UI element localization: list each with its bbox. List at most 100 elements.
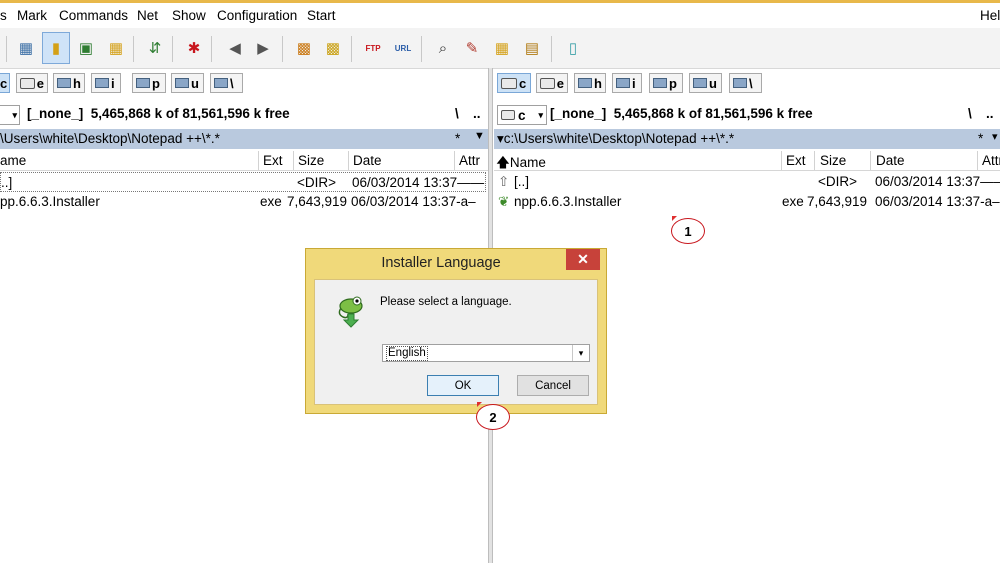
right-up-button[interactable]: .. bbox=[986, 106, 994, 121]
right-col-date[interactable]: Date bbox=[876, 153, 905, 168]
right-col-attr[interactable]: Attr bbox=[982, 153, 1000, 168]
multi-rename-icon[interactable]: ✎ bbox=[460, 36, 484, 60]
right-drive-bar: c e h i p u \ bbox=[494, 70, 1000, 98]
language-select[interactable]: English ▾ bbox=[382, 344, 590, 362]
drive-label: h bbox=[73, 75, 81, 91]
toolbar-separator bbox=[551, 36, 552, 62]
left-drive-c[interactable]: c bbox=[0, 73, 10, 93]
right-drive-network[interactable]: \ bbox=[729, 73, 762, 93]
left-drive-h[interactable]: h bbox=[53, 73, 85, 93]
right-path-bar[interactable]: ▾c:\Users\white\Desktop\Notepad ++\*.* *… bbox=[494, 129, 1000, 149]
drive-combo-value: c bbox=[518, 107, 526, 123]
left-drive-u[interactable]: u bbox=[171, 73, 204, 93]
left-col-ext[interactable]: Ext bbox=[263, 153, 283, 168]
left-filter[interactable]: * bbox=[455, 131, 460, 146]
menu-mark[interactable]: Mark bbox=[17, 8, 47, 23]
left-drive-p[interactable]: p bbox=[132, 73, 166, 93]
file-name: ..] bbox=[1, 175, 13, 190]
url-connect-icon[interactable]: URL bbox=[391, 36, 415, 60]
chevron-down-icon[interactable]: ▾ bbox=[572, 345, 589, 361]
dialog-body: Please select a language. English ▾ OK C… bbox=[314, 279, 598, 405]
toolbar-separator bbox=[172, 36, 173, 62]
left-drive-i[interactable]: i bbox=[91, 73, 121, 93]
forward-arrow-icon[interactable]: ▶ bbox=[251, 36, 275, 60]
ok-button[interactable]: OK bbox=[427, 375, 499, 396]
thumbnail-view-icon[interactable]: ▣ bbox=[74, 36, 98, 60]
right-drive-u[interactable]: u bbox=[689, 73, 722, 93]
left-column-header: ame Ext Size Date Attr bbox=[0, 151, 488, 171]
left-root-button[interactable]: \ bbox=[455, 106, 459, 121]
network-drive-icon bbox=[57, 78, 71, 88]
table-row[interactable]: pp.6.6.3.Installer exe 7,643,919 06/03/2… bbox=[0, 192, 486, 212]
cancel-button[interactable]: Cancel bbox=[517, 375, 589, 396]
full-view-icon[interactable]: ▮ bbox=[42, 32, 70, 64]
left-col-size[interactable]: Size bbox=[298, 153, 324, 168]
table-row[interactable]: ⇧ [..] <DIR> 06/03/2014 13:37—— bbox=[494, 172, 1000, 192]
copy-names-icon[interactable]: ▤ bbox=[520, 36, 544, 60]
chevron-down-icon: ▾ bbox=[12, 109, 17, 120]
menu-files[interactable]: s bbox=[0, 8, 7, 23]
right-filter[interactable]: * bbox=[978, 131, 983, 146]
notepad-icon[interactable]: ▯ bbox=[561, 36, 585, 60]
chevron-down-icon: ▾ bbox=[538, 109, 543, 120]
binoculars-search-icon[interactable]: ⌕ bbox=[431, 36, 455, 60]
disk-icon bbox=[501, 110, 515, 120]
menu-net[interactable]: Net bbox=[137, 8, 158, 23]
right-drive-h[interactable]: h bbox=[574, 73, 606, 93]
history-dropdown-icon[interactable]: ▼ bbox=[474, 130, 485, 142]
menu-start[interactable]: Start bbox=[307, 8, 336, 23]
file-date: 06/03/2014 13:37-a– bbox=[351, 194, 476, 209]
brief-view-icon[interactable]: ▦ bbox=[14, 36, 38, 60]
menu-help[interactable]: Hel bbox=[980, 8, 1000, 23]
table-row[interactable]: ❦ npp.6.6.3.Installer exe 7,643,919 06/0… bbox=[494, 192, 1000, 212]
column-separator bbox=[454, 151, 455, 170]
left-drive-e[interactable]: e bbox=[16, 73, 48, 93]
right-drive-e[interactable]: e bbox=[536, 73, 568, 93]
right-drive-c[interactable]: c bbox=[497, 73, 531, 93]
right-col-size[interactable]: Size bbox=[820, 153, 846, 168]
drive-label: e bbox=[556, 75, 564, 91]
sync-dirs-icon[interactable]: ▦ bbox=[490, 36, 514, 60]
menu-commands[interactable]: Commands bbox=[59, 8, 128, 23]
right-drive-p[interactable]: p bbox=[649, 73, 683, 93]
back-arrow-icon[interactable]: ◀ bbox=[223, 36, 247, 60]
select-icon[interactable]: ✱ bbox=[182, 36, 206, 60]
toolbar: ▦ ▮ ▣ ▦ ⇵ ✱ ◀ ▶ ▩ ▩ FTP URL ⌕ ✎ ▦ ▤ ▯ bbox=[0, 28, 1000, 69]
file-ext: exe bbox=[260, 194, 282, 209]
dialog-title: Installer Language bbox=[381, 255, 501, 271]
left-col-name[interactable]: ame bbox=[0, 153, 26, 168]
unpack-files-icon[interactable]: ▩ bbox=[321, 36, 345, 60]
step-marker-1: 1 bbox=[671, 218, 705, 244]
left-up-button[interactable]: .. bbox=[473, 106, 481, 121]
drive-label: i bbox=[632, 75, 636, 91]
ftp-connect-icon[interactable]: FTP bbox=[361, 36, 385, 60]
network-drive-icon bbox=[175, 78, 189, 88]
file-name: pp.6.6.3.Installer bbox=[0, 194, 100, 209]
installer-language-dialog: Installer Language ✕ Please select a lan… bbox=[305, 248, 607, 414]
pack-files-icon[interactable]: ▩ bbox=[292, 36, 316, 60]
menu-show[interactable]: Show bbox=[172, 8, 206, 23]
drive-label: i bbox=[111, 75, 115, 91]
column-separator bbox=[293, 151, 294, 170]
file-size: 7,643,919 bbox=[287, 194, 348, 209]
drive-label: e bbox=[36, 75, 44, 91]
right-drive-combo[interactable]: c ▾ bbox=[497, 105, 547, 125]
history-dropdown-icon[interactable]: ▾ bbox=[992, 130, 998, 143]
menu-configuration[interactable]: Configuration bbox=[217, 8, 297, 23]
drive-label: \ bbox=[749, 75, 753, 91]
left-drive-network[interactable]: \ bbox=[210, 73, 243, 93]
invert-selection-icon[interactable]: ⇵ bbox=[143, 36, 167, 60]
right-drive-i[interactable]: i bbox=[612, 73, 642, 93]
table-row[interactable]: ..] <DIR> 06/03/2014 13:37—— bbox=[0, 172, 486, 192]
tree-view-icon[interactable]: ▦ bbox=[104, 36, 128, 60]
network-drive-icon bbox=[136, 78, 150, 88]
drive-label: h bbox=[594, 75, 602, 91]
left-drive-combo[interactable]: ▾ bbox=[0, 105, 20, 125]
left-path-bar[interactable]: \Users\white\Desktop\Notepad ++\*.* * ▼ bbox=[0, 129, 488, 149]
close-button[interactable]: ✕ bbox=[566, 249, 600, 270]
right-col-ext[interactable]: Ext bbox=[786, 153, 806, 168]
file-size: 7,643,919 bbox=[807, 194, 868, 209]
left-col-attr[interactable]: Attr bbox=[459, 153, 480, 168]
left-col-date[interactable]: Date bbox=[353, 153, 382, 168]
right-root-button[interactable]: \ bbox=[968, 106, 972, 121]
